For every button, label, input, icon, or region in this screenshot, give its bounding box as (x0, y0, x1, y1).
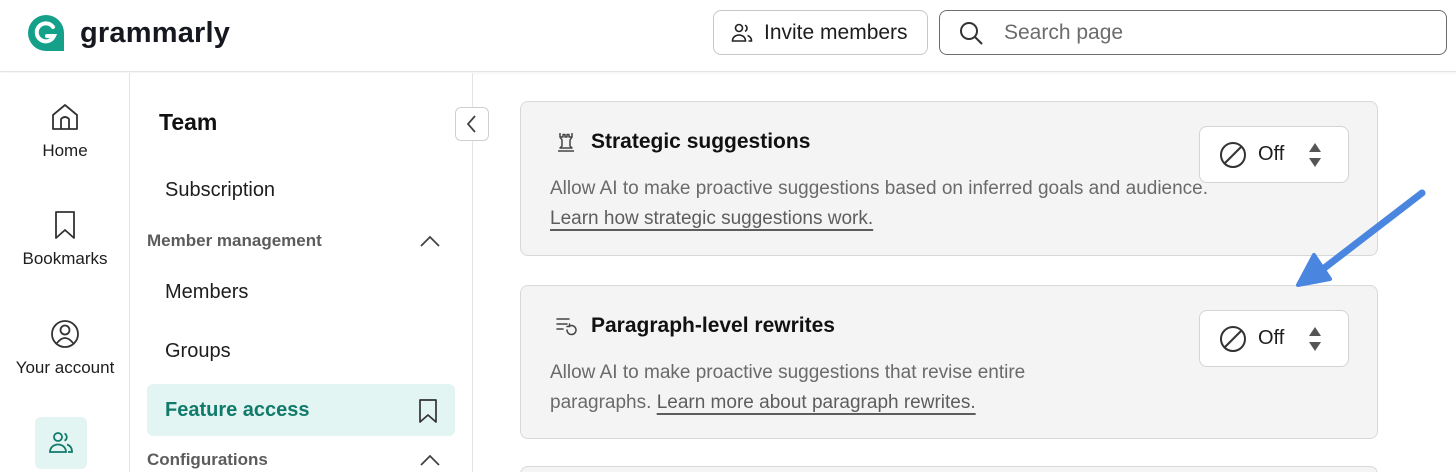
team-icon (49, 432, 73, 453)
collapse-sidebar-button[interactable] (455, 107, 489, 141)
grammarly-logo[interactable]: grammarly (26, 13, 230, 53)
bookmark-icon[interactable] (417, 398, 439, 424)
card-description-text: Allow AI to make proactive suggestions b… (550, 178, 1209, 199)
search-input[interactable] (1004, 20, 1424, 45)
paragraph-rewrite-icon (556, 318, 577, 336)
home-icon (52, 104, 78, 130)
search-icon (960, 21, 983, 45)
annotation-arrow-icon (1296, 189, 1426, 287)
invite-members-button[interactable]: Invite members (713, 10, 928, 55)
nav-item-groups[interactable]: Groups (165, 340, 231, 363)
top-header: grammarly Invite members (0, 0, 1456, 72)
paragraph-rewrites-toggle-select[interactable]: Off (1199, 310, 1349, 367)
feature-card-next (520, 466, 1378, 472)
feature-card-paragraph-level-rewrites: Paragraph-level rewrites Allow AI to mak… (520, 285, 1378, 439)
nav-item-feature-access[interactable]: Feature access (147, 384, 455, 436)
nav-section-member-management-label: Member management (147, 231, 322, 250)
left-rail: Home Bookmarks Your account (0, 73, 130, 472)
rail-item-your-account[interactable]: Your account (0, 318, 130, 378)
nav-section-configurations-label: Configurations (147, 450, 268, 469)
chevron-up-icon (420, 235, 440, 247)
card-description: Allow AI to make proactive suggestions t… (550, 358, 1130, 418)
toggle-value: Off (1258, 143, 1285, 165)
rail-item-bookmarks-label: Bookmarks (22, 249, 108, 268)
up-down-caret-icon (1309, 143, 1321, 167)
nav-item-members[interactable]: Members (165, 281, 248, 304)
learn-more-link[interactable]: Learn how strategic suggestions work. (550, 208, 873, 229)
card-title: Strategic suggestions (591, 130, 811, 153)
rail-item-home-label: Home (42, 141, 88, 160)
disabled-icon (1220, 141, 1246, 168)
chess-rook-icon (558, 133, 574, 152)
subnav-title: Team (159, 109, 218, 135)
nav-item-subscription[interactable]: Subscription (165, 179, 275, 202)
search-box[interactable] (939, 10, 1447, 55)
strategic-suggestions-toggle-select[interactable]: Off (1199, 126, 1349, 183)
people-icon (731, 23, 753, 42)
logo-text: grammarly (80, 16, 231, 49)
rail-item-bookmarks[interactable]: Bookmarks (0, 209, 130, 269)
grammarly-logo-icon (28, 15, 64, 51)
rail-item-your-account-label: Your account (15, 358, 115, 377)
account-icon (51, 320, 79, 348)
nav-section-configurations[interactable]: Configurations (147, 450, 441, 470)
card-title: Paragraph-level rewrites (591, 314, 835, 337)
card-description: Allow AI to make proactive suggestions b… (550, 174, 1210, 234)
chevron-up-icon (420, 454, 440, 466)
chevron-left-icon (466, 115, 476, 133)
learn-more-link[interactable]: Learn more about paragraph rewrites. (657, 392, 976, 413)
disabled-icon (1220, 325, 1246, 352)
up-down-caret-icon (1309, 327, 1321, 351)
feature-card-strategic-suggestions: Strategic suggestions Allow AI to make p… (520, 101, 1378, 256)
toggle-value: Off (1258, 327, 1285, 349)
invite-members-label: Invite members (764, 20, 908, 44)
bookmark-icon (55, 211, 75, 239)
nav-section-member-management[interactable]: Member management (147, 231, 441, 251)
rail-item-home[interactable]: Home (0, 101, 130, 161)
nav-item-feature-access-label: Feature access (165, 398, 310, 421)
rail-item-team[interactable] (35, 417, 87, 469)
